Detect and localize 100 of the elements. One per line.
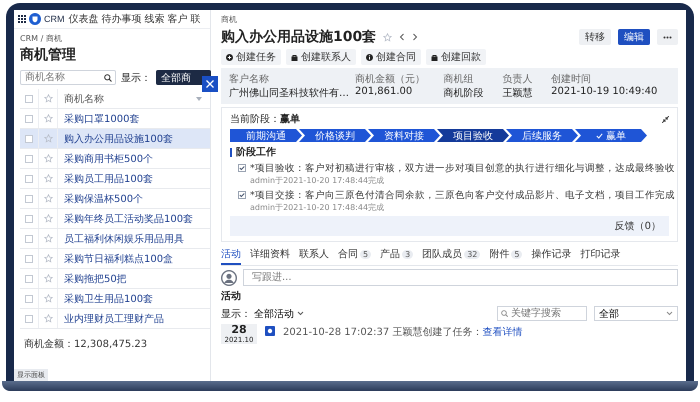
tab[interactable]: 合同 5	[338, 245, 372, 265]
details-link[interactable]: 查看详情	[482, 327, 522, 338]
tab[interactable]: 联系人	[299, 245, 329, 265]
nav-link[interactable]: 待办事项	[102, 12, 142, 26]
star-icon[interactable]	[44, 294, 52, 303]
checkbox[interactable]	[238, 191, 246, 199]
nav-link[interactable]: 仪表盘	[68, 12, 98, 26]
checkbox[interactable]	[25, 114, 33, 122]
keyword-search-field[interactable]: 关键字搜索	[497, 306, 587, 321]
stage-step[interactable]: 价格谈判	[299, 129, 371, 142]
table-row[interactable]: 采购拖把50把	[20, 269, 210, 289]
checkbox[interactable]	[25, 214, 33, 222]
opportunity-link[interactable]: 员工福利休闲娱乐用品用具	[64, 232, 184, 246]
tab[interactable]: 详细资料	[250, 245, 290, 265]
table-row[interactable]: 采购员工用品100套	[20, 169, 210, 189]
feedback-link[interactable]: 反馈（0）	[614, 219, 661, 233]
checkbox[interactable]	[25, 274, 33, 282]
activity-filter-dropdown[interactable]: 全部活动	[254, 306, 304, 320]
table-row[interactable]: 采购节日福利糕点100盒	[20, 249, 210, 269]
search-icon	[104, 74, 112, 82]
tab[interactable]: 打印记录	[580, 245, 620, 265]
checkbox[interactable]	[25, 94, 33, 102]
checkbox[interactable]	[25, 234, 33, 242]
stage-step[interactable]: 资料对接	[368, 129, 440, 142]
breadcrumb[interactable]: CRM / 商机	[20, 33, 204, 44]
table-row[interactable]: 采购保温杯500个	[20, 189, 210, 209]
star-icon[interactable]	[44, 174, 52, 183]
nav-link[interactable]: 客户	[168, 12, 188, 26]
edit-button[interactable]: 编辑	[618, 29, 650, 45]
table-row[interactable]: 采购卫生用品100套	[20, 289, 210, 309]
total-amount: 商机金额：12,308,475.23	[23, 338, 148, 351]
collapse-icon[interactable]	[662, 116, 669, 122]
record-title: 购入办公用品设施100套	[221, 28, 376, 46]
opportunity-link[interactable]: 采购保温杯500个	[64, 192, 144, 206]
checkbox[interactable]	[25, 174, 33, 182]
opportunity-link[interactable]: 采购商用书柜500个	[64, 152, 154, 166]
table-row[interactable]: 采购年终员工活动奖品100套	[20, 209, 210, 229]
star-icon[interactable]	[44, 154, 52, 163]
tab[interactable]: 附件 5	[489, 245, 522, 265]
caret-icon	[666, 311, 673, 316]
star-icon[interactable]	[44, 314, 52, 323]
opportunity-link[interactable]: 采购员工用品100套	[64, 172, 154, 186]
tab[interactable]: 操作记录	[531, 245, 572, 265]
star-icon[interactable]	[44, 134, 52, 143]
stage-step[interactable]: 前期沟通	[230, 129, 302, 142]
action-button[interactable]: 创建任务	[221, 49, 281, 65]
apps-grid-icon[interactable]	[18, 15, 26, 23]
opportunity-link[interactable]: 采购口罩1000套	[64, 112, 140, 126]
action-button[interactable]: 创建回款	[426, 49, 486, 65]
stage-step[interactable]: 后续服务	[506, 129, 578, 142]
record-type-label: 商机	[221, 14, 238, 25]
star-icon[interactable]	[383, 32, 392, 42]
tab[interactable]: 产品 3	[380, 245, 414, 265]
opportunity-link[interactable]: 采购拖把50把	[64, 272, 127, 286]
table-row[interactable]: 员工福利休闲娱乐用品用具	[20, 229, 210, 249]
table-row[interactable]: 业内理财员工理财产品	[20, 309, 210, 329]
section-title: 活动	[221, 290, 242, 303]
stage-step[interactable]: 赢单	[575, 129, 647, 142]
stage-step[interactable]: 项目验收	[437, 129, 509, 142]
chevron-left-icon[interactable]	[399, 33, 406, 41]
close-icon[interactable]	[202, 76, 218, 92]
nav-link[interactable]: 联	[190, 12, 200, 26]
filter-label: 显示：	[221, 308, 251, 320]
checkbox[interactable]	[238, 164, 246, 172]
table-row[interactable]: 采购商用书柜500个	[20, 149, 210, 169]
follow-up-input[interactable]: 写跟进...	[243, 269, 678, 286]
star-icon[interactable]	[44, 234, 52, 243]
action-button[interactable]: 创建联系人	[286, 49, 356, 65]
field-label: 商机组	[444, 72, 475, 86]
nav-link[interactable]: 线索	[144, 12, 164, 26]
opportunity-link[interactable]: 采购节日福利糕点100盒	[64, 252, 174, 266]
search-field[interactable]: 商机名称	[20, 70, 116, 85]
filter-dropdown[interactable]: 全部商	[156, 70, 211, 85]
checkbox[interactable]	[25, 314, 33, 322]
date-day: 28	[224, 324, 254, 336]
opportunity-link[interactable]: 业内理财员工理财产品	[64, 312, 164, 326]
star-icon[interactable]	[44, 94, 52, 103]
opportunity-link[interactable]: 采购年终员工活动奖品100套	[64, 212, 194, 226]
chevron-right-icon[interactable]	[412, 33, 418, 41]
star-icon[interactable]	[44, 194, 52, 203]
checkbox[interactable]	[25, 254, 33, 262]
star-icon[interactable]	[44, 254, 52, 263]
star-icon[interactable]	[44, 114, 52, 123]
checkbox[interactable]	[25, 134, 33, 142]
checkbox[interactable]	[25, 194, 33, 202]
transfer-button[interactable]: 转移	[579, 29, 611, 45]
star-icon[interactable]	[44, 274, 52, 283]
tab[interactable]: 团队成员 32	[422, 245, 480, 265]
star-icon[interactable]	[44, 214, 52, 223]
opportunity-link[interactable]: 购入办公用品设施100套	[64, 132, 174, 146]
sort-caret-icon[interactable]	[196, 96, 202, 100]
tab[interactable]: 活动	[221, 245, 241, 265]
checkbox[interactable]	[25, 154, 33, 162]
type-select[interactable]: 全部	[594, 306, 678, 321]
more-button[interactable]	[657, 29, 678, 45]
table-row[interactable]: 购入办公用品设施100套	[20, 129, 210, 149]
checkbox[interactable]	[25, 294, 33, 302]
action-button[interactable]: 创建合同	[361, 49, 421, 65]
task-text: *项目交接：客户向三原色付清合同余款，三原色向客户交付成品影片、电子文档，项目工作完成	[250, 189, 675, 202]
opportunity-link[interactable]: 采购卫生用品100套	[64, 292, 154, 306]
